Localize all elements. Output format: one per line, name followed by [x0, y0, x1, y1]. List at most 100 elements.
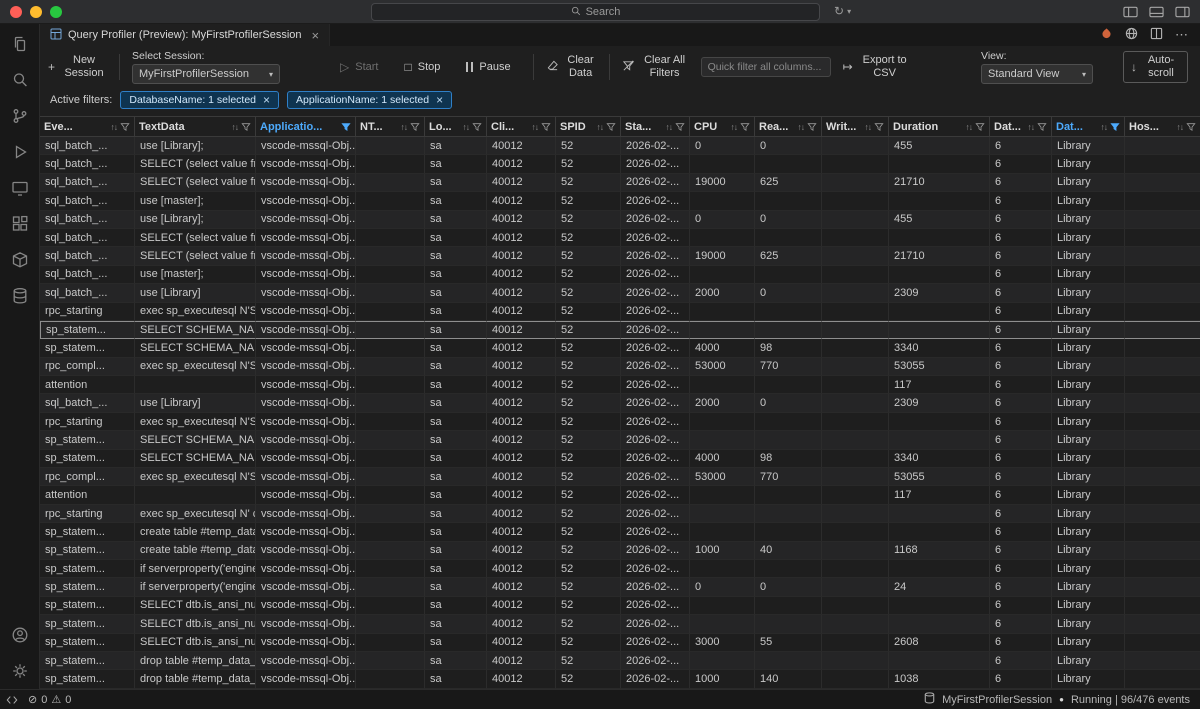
cell-application[interactable]: vscode-mssql-Obj... [256, 247, 356, 265]
cell-host[interactable] [1125, 542, 1200, 560]
cell-cpu[interactable] [690, 376, 755, 394]
cell-login[interactable]: sa [425, 155, 487, 173]
filter-chip-database-name[interactable]: DatabaseName: 1 selected × [120, 91, 279, 109]
cell-login[interactable]: sa [425, 192, 487, 210]
cell-duration[interactable]: 1038 [889, 670, 990, 688]
filter-icon[interactable] [874, 122, 884, 132]
cell-spid[interactable]: 52 [556, 505, 621, 523]
cell-cpu[interactable] [690, 303, 755, 321]
cell-reads[interactable]: 770 [755, 358, 822, 376]
cell-db_id[interactable]: 6 [990, 486, 1052, 504]
cell-spid[interactable]: 52 [556, 450, 621, 468]
cell-host[interactable] [1125, 450, 1200, 468]
cell-duration[interactable] [889, 303, 990, 321]
cell-login[interactable]: sa [425, 560, 487, 578]
cell-db_id[interactable]: 6 [990, 229, 1052, 247]
sort-icon[interactable]: ↑↓ [232, 122, 239, 132]
sort-icon[interactable]: ↑↓ [111, 122, 118, 132]
sort-icon[interactable]: ↑↓ [798, 122, 805, 132]
cell-spid[interactable]: 52 [556, 578, 621, 596]
cell-host[interactable] [1125, 468, 1200, 486]
cell-client_pid[interactable]: 40012 [487, 303, 556, 321]
cell-reads[interactable]: 0 [755, 578, 822, 596]
cell-login[interactable]: sa [425, 339, 487, 357]
cell-text[interactable]: SELECT (select value from ... [135, 174, 256, 192]
cell-reads[interactable] [755, 303, 822, 321]
cell-login[interactable]: sa [425, 376, 487, 394]
column-header-text[interactable]: TextData↑↓ [135, 116, 256, 137]
table-row[interactable]: sp_statem...SELECT SCHEMA_NAME(t...vscod… [40, 431, 1200, 449]
cell-spid[interactable]: 52 [556, 523, 621, 541]
cell-event[interactable]: sp_statem... [40, 615, 135, 633]
cell-db_name[interactable]: Library [1052, 284, 1125, 302]
cell-host[interactable] [1125, 155, 1200, 173]
cell-login[interactable]: sa [425, 486, 487, 504]
cell-start_time[interactable]: 2026-02-... [621, 211, 690, 229]
cell-writes[interactable] [822, 560, 889, 578]
cell-client_pid[interactable]: 40012 [487, 339, 556, 357]
cell-db_id[interactable]: 6 [990, 468, 1052, 486]
cell-db_name[interactable]: Library [1052, 192, 1125, 210]
chip-close-icon[interactable]: × [263, 93, 270, 107]
cell-db_id[interactable]: 6 [990, 670, 1052, 688]
cell-spid[interactable]: 52 [556, 394, 621, 412]
cell-db_id[interactable]: 6 [990, 615, 1052, 633]
cell-application[interactable]: vscode-mssql-Obj... [256, 652, 356, 670]
cell-event[interactable]: attention [40, 376, 135, 394]
cell-login[interactable]: sa [425, 413, 487, 431]
filter-icon[interactable] [807, 122, 817, 132]
cell-writes[interactable] [822, 358, 889, 376]
cell-application[interactable]: vscode-mssql-Obj... [256, 284, 356, 302]
cell-host[interactable] [1125, 376, 1200, 394]
table-row[interactable]: rpc_compl...exec sp_executesql N'SEL...v… [40, 468, 1200, 486]
cell-spid[interactable]: 52 [556, 376, 621, 394]
chip-close-icon[interactable]: × [436, 93, 443, 107]
cell-start_time[interactable]: 2026-02-... [621, 542, 690, 560]
problems-indicator[interactable]: ⊘ 0 ⚠ 0 [28, 693, 71, 706]
cell-event[interactable]: sp_statem... [40, 634, 135, 652]
sort-icon[interactable]: ↑↓ [597, 122, 604, 132]
cell-db_name[interactable]: Library [1052, 321, 1125, 339]
cell-text[interactable]: if serverproperty('enginee... [135, 560, 256, 578]
cell-host[interactable] [1125, 615, 1200, 633]
cell-reads[interactable] [755, 266, 822, 284]
filter-icon[interactable] [1110, 122, 1120, 132]
cell-duration[interactable]: 1168 [889, 542, 990, 560]
filter-chip-application-name[interactable]: ApplicationName: 1 selected × [287, 91, 452, 109]
table-row[interactable]: sql_batch_...use [Library]vscode-mssql-O… [40, 394, 1200, 412]
cell-nt_user[interactable] [356, 413, 425, 431]
sync-control[interactable]: ↻ ▾ [834, 4, 851, 18]
cell-writes[interactable] [822, 247, 889, 265]
cell-start_time[interactable]: 2026-02-... [621, 523, 690, 541]
cell-spid[interactable]: 52 [556, 486, 621, 504]
cell-nt_user[interactable] [356, 266, 425, 284]
cell-spid[interactable]: 52 [556, 174, 621, 192]
cell-duration[interactable]: 53055 [889, 468, 990, 486]
cell-event[interactable]: sql_batch_... [40, 155, 135, 173]
cell-writes[interactable] [822, 523, 889, 541]
cell-cpu[interactable]: 1000 [690, 542, 755, 560]
cell-start_time[interactable]: 2026-02-... [621, 339, 690, 357]
cell-nt_user[interactable] [356, 450, 425, 468]
cell-event[interactable]: rpc_compl... [40, 468, 135, 486]
split-editor-icon[interactable] [1150, 27, 1163, 43]
cell-spid[interactable]: 52 [556, 321, 621, 339]
table-row[interactable]: sp_statem...drop table #temp_data_ret...… [40, 652, 1200, 670]
cell-event[interactable]: sp_statem... [40, 560, 135, 578]
cell-db_name[interactable]: Library [1052, 174, 1125, 192]
cell-start_time[interactable]: 2026-02-... [621, 450, 690, 468]
cell-client_pid[interactable]: 40012 [487, 486, 556, 504]
cell-writes[interactable] [822, 376, 889, 394]
cell-writes[interactable] [822, 634, 889, 652]
sort-icon[interactable]: ↑↓ [463, 122, 470, 132]
filter-icon[interactable] [472, 122, 482, 132]
cell-cpu[interactable]: 2000 [690, 284, 755, 302]
cell-application[interactable]: vscode-mssql-Obj... [256, 137, 356, 155]
sort-icon[interactable]: ↑↓ [865, 122, 872, 132]
cell-application[interactable]: vscode-mssql-Obj... [256, 394, 356, 412]
cell-start_time[interactable]: 2026-02-... [621, 266, 690, 284]
cell-host[interactable] [1125, 358, 1200, 376]
search-sidebar-icon[interactable] [8, 68, 32, 92]
cell-reads[interactable] [755, 321, 822, 339]
cell-application[interactable]: vscode-mssql-Obj... [256, 211, 356, 229]
